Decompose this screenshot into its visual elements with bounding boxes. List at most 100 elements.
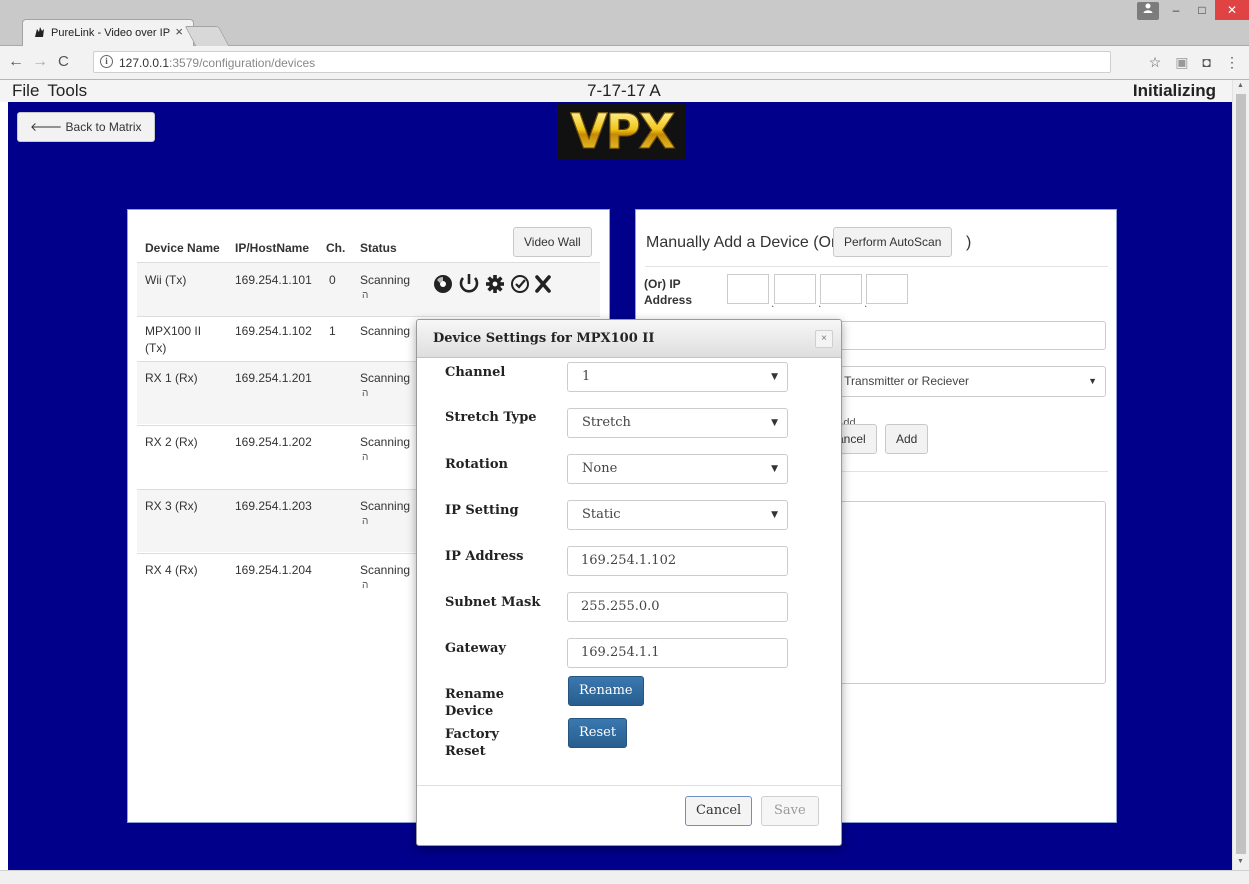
channel-value: 1 — [582, 369, 591, 384]
ip-setting-label: IP Setting — [445, 503, 519, 518]
rename-button[interactable]: Rename — [568, 676, 644, 706]
ip-setting-select[interactable]: Static ▼ — [567, 500, 788, 530]
dropdown-arrow-icon: ▼ — [771, 418, 778, 428]
add-device-button[interactable]: Add — [885, 424, 929, 454]
device-channel: 1 — [329, 324, 336, 338]
dropdown-arrow-icon: ▼ — [771, 510, 778, 520]
dropdown-arrow-icon: ▼ — [771, 464, 778, 474]
browser-chrome: PureLink - Video over IP × – □ ✕ ← → C i… — [0, 0, 1249, 80]
url-text[interactable]: 127.0.0.1:3579/configuration/devices — [119, 56, 315, 70]
user-profile-icon[interactable] — [1137, 2, 1159, 20]
minimize-icon[interactable]: – — [1163, 0, 1189, 20]
col-device-name: Device Name — [145, 241, 220, 255]
rotation-label: Rotation — [445, 457, 508, 472]
browser-tab[interactable]: PureLink - Video over IP × — [22, 19, 194, 46]
device-ip: 169.254.1.101 — [235, 273, 312, 287]
device-status: Scanning — [360, 371, 411, 385]
modal-footer-divider — [417, 785, 841, 786]
scroll-thumb[interactable] — [1236, 94, 1246, 854]
device-status: Scanning — [360, 324, 411, 338]
device-name: RX 3 (Rx) — [145, 499, 198, 513]
tab-title: PureLink - Video over IP — [51, 27, 171, 39]
menu-tools[interactable]: Tools — [47, 81, 87, 101]
purelink-favicon-icon — [35, 27, 44, 37]
extension-icon[interactable]: ▣ — [1175, 54, 1188, 71]
ip-octet-4-input[interactable] — [866, 274, 908, 304]
extension-2-icon[interactable]: ◘ — [1203, 54, 1211, 71]
dropdown-arrow-icon: ▼ — [1088, 376, 1097, 386]
ip-octet-2-input[interactable] — [774, 274, 816, 304]
perform-autoscan-button[interactable]: Perform AutoScan — [833, 227, 953, 257]
device-ip: 169.254.1.204 — [235, 563, 312, 577]
subnet-mask-label: Subnet Mask — [445, 595, 541, 610]
device-name: RX 1 (Rx) — [145, 371, 198, 385]
device-action-icons — [434, 274, 551, 293]
scroll-down-icon[interactable]: ▼ — [1237, 858, 1244, 865]
row-divider — [137, 316, 600, 317]
page-scrollbar[interactable]: ▲ ▼ — [1232, 80, 1249, 870]
tab-close-icon[interactable]: × — [175, 24, 183, 39]
signal-icon: ה — [362, 516, 369, 527]
ip-octet-1-input[interactable] — [727, 274, 769, 304]
back-to-matrix-label: Back to Matrix — [65, 120, 142, 134]
device-status: Scanning — [360, 435, 411, 449]
window-close-icon[interactable]: ✕ — [1215, 0, 1249, 20]
back-arrow-icon[interactable]: ← — [8, 53, 24, 71]
forward-arrow-icon[interactable]: → — [32, 53, 48, 71]
bookmark-star-icon[interactable]: ☆ — [1149, 54, 1162, 71]
maximize-icon[interactable]: □ — [1189, 0, 1215, 20]
device-name: Wii (Tx) — [145, 273, 187, 287]
menu-kebab-icon[interactable]: ⋮ — [1225, 54, 1239, 71]
menu-file[interactable]: File — [12, 81, 39, 101]
logo-text: VPX — [570, 104, 676, 160]
cancel-button[interactable]: Cancel — [685, 796, 753, 826]
ip-octet-3-input[interactable] — [820, 274, 862, 304]
power-icon[interactable] — [459, 274, 479, 293]
subnet-mask-input[interactable]: 255.255.0.0 — [567, 592, 788, 622]
gear-icon[interactable] — [486, 275, 504, 293]
toolbar-icons: ☆ ▣ ◘ ⋮ — [1149, 54, 1239, 71]
device-status: Scanning — [360, 273, 411, 287]
signal-icon: ה — [362, 452, 369, 463]
device-ip: 169.254.1.202 — [235, 435, 312, 449]
reset-button[interactable]: Reset — [568, 718, 628, 748]
col-status: Status — [360, 241, 397, 255]
device-ip: 169.254.1.201 — [235, 371, 312, 385]
stretch-type-select[interactable]: Stretch ▼ — [567, 408, 788, 438]
tab-strip: PureLink - Video over IP × – □ ✕ — [0, 0, 1249, 46]
person-icon — [1143, 3, 1153, 13]
address-bar[interactable]: i 127.0.0.1:3579/configuration/devices — [93, 51, 1111, 73]
scroll-up-icon[interactable]: ▲ — [1237, 82, 1244, 89]
check-circle-icon[interactable] — [511, 275, 529, 293]
disc-icon[interactable] — [434, 275, 452, 293]
save-button[interactable]: Save — [761, 796, 819, 826]
ip-address-input[interactable]: 169.254.1.102 — [567, 546, 788, 576]
dropdown-arrow-icon: ▼ — [771, 372, 778, 382]
signal-icon: ה — [362, 290, 369, 301]
device-name: RX 4 (Rx) — [145, 563, 198, 577]
vpx-logo: VPX — [558, 104, 686, 160]
site-info-icon[interactable]: i — [100, 55, 113, 68]
channel-select[interactable]: 1 ▼ — [567, 362, 788, 392]
url-path: :3579/configuration/devices — [169, 56, 316, 70]
gateway-input[interactable]: 169.254.1.1 — [567, 638, 788, 668]
device-name-input[interactable] — [826, 321, 1106, 350]
reload-icon[interactable]: C — [58, 53, 69, 70]
device-notes-textarea[interactable] — [826, 501, 1106, 684]
device-name: RX 2 (Rx) — [145, 435, 198, 449]
app-status: Initializing — [1132, 81, 1216, 100]
add-device-title: Manually Add a Device (Or — [646, 234, 837, 251]
delete-x-icon[interactable] — [535, 275, 551, 293]
device-status: Scanning — [360, 563, 411, 577]
device-type-select[interactable]: r Transmitter or Reciever ▼ — [826, 366, 1106, 397]
stretch-type-value: Stretch — [582, 415, 631, 430]
back-to-matrix-button[interactable]: 🡐 Back to Matrix — [17, 112, 155, 142]
modal-close-icon[interactable]: × — [815, 330, 833, 348]
ip-setting-value: Static — [582, 507, 621, 522]
video-wall-button[interactable]: Video Wall — [513, 227, 592, 257]
device-channel: 0 — [329, 273, 336, 287]
stretch-type-label: Stretch Type — [445, 410, 537, 425]
gateway-label: Gateway — [445, 641, 506, 656]
rotation-select[interactable]: None ▼ — [567, 454, 788, 484]
rotation-value: None — [582, 461, 618, 476]
